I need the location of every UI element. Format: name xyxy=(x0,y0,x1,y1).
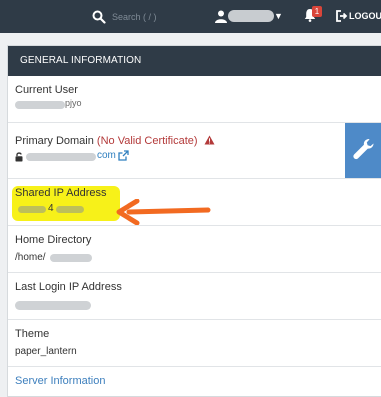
last-login-ip-row: Last Login IP Address xyxy=(8,273,381,320)
theme-label: Theme xyxy=(15,328,50,340)
warning-icon xyxy=(204,135,215,145)
chevron-down-icon: ▼ xyxy=(274,11,283,21)
primary-domain-value-redacted xyxy=(26,153,96,161)
annotation-arrow-icon xyxy=(116,199,211,225)
shared-ip-value-redacted-b xyxy=(56,206,84,213)
current-user-row: Current User pjyo xyxy=(8,76,381,123)
certificate-warning-text: (No Valid Certificate) xyxy=(96,135,198,147)
home-directory-value-redacted xyxy=(50,254,92,262)
current-user-label: Current User xyxy=(15,84,78,96)
server-information-link[interactable]: Server Information xyxy=(15,375,105,387)
primary-domain-row: Primary Domain (No Valid Certificate) co… xyxy=(8,123,381,179)
panel-header: GENERAL INFORMATION xyxy=(8,46,381,76)
notifications-button[interactable]: 1 xyxy=(304,6,324,26)
home-directory-row: Home Directory /home/ xyxy=(8,226,381,273)
primary-domain-link[interactable]: com xyxy=(97,150,116,161)
home-directory-label: Home Directory xyxy=(15,234,92,246)
primary-domain-label-line: Primary Domain (No Valid Certificate) xyxy=(15,135,215,147)
current-user-value: pjyo xyxy=(65,98,82,108)
user-menu-button[interactable]: ▼ xyxy=(214,6,286,26)
unlock-icon xyxy=(15,152,23,162)
shared-ip-value: 4 xyxy=(48,203,54,214)
username-redacted xyxy=(228,10,274,22)
primary-domain-label: Primary Domain xyxy=(15,135,94,147)
home-directory-value: /home/ xyxy=(15,252,46,263)
panel-title: GENERAL INFORMATION xyxy=(20,55,142,66)
search-icon[interactable] xyxy=(92,10,106,24)
general-information-panel: GENERAL INFORMATION Current User pjyo Pr… xyxy=(7,45,381,397)
manage-domain-button[interactable] xyxy=(345,123,381,178)
top-navigation-bar: ▼ 1 LOGOUT xyxy=(0,0,381,33)
external-link-icon[interactable] xyxy=(118,150,129,161)
search-input[interactable] xyxy=(112,10,202,24)
logout-icon xyxy=(336,10,348,22)
shared-ip-value-redacted-a xyxy=(18,206,46,213)
wrench-icon xyxy=(353,139,374,160)
last-login-ip-value-redacted xyxy=(15,301,91,310)
theme-row: Theme paper_lantern xyxy=(8,320,381,367)
current-user-value-redacted xyxy=(15,101,65,109)
user-icon xyxy=(215,10,227,23)
last-login-ip-label: Last Login IP Address xyxy=(15,281,122,293)
logout-label: LOGOUT xyxy=(349,11,381,21)
shared-ip-label: Shared IP Address xyxy=(15,187,107,199)
notification-count-badge: 1 xyxy=(312,6,322,17)
theme-value: paper_lantern xyxy=(15,346,77,357)
